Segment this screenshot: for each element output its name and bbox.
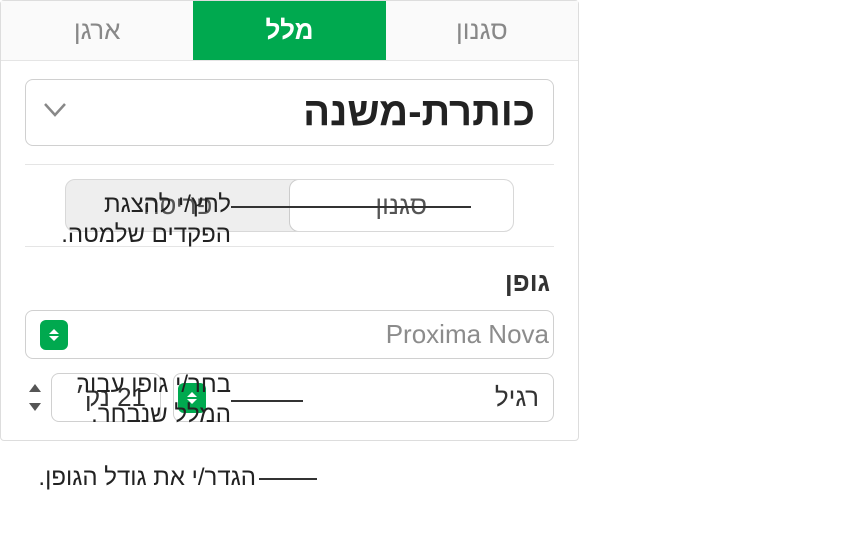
chevron-down-icon [44, 103, 66, 122]
dropdown-handle-icon [40, 320, 68, 350]
paragraph-style-dropdown[interactable]: כותרת-משנה [25, 79, 554, 146]
callout-segment: לחץ/י להצגת הפקדים שלמטה. [11, 190, 231, 250]
callout-size: הגדר/י את גודל הגופן. [0, 463, 256, 493]
callout-line [259, 478, 317, 480]
paragraph-style-label: כותרת-משנה [303, 90, 535, 135]
font-section-label: גופן [29, 267, 550, 298]
tab-arrange[interactable]: ארגן [1, 1, 193, 60]
tab-text[interactable]: מלל [193, 1, 385, 60]
tab-style[interactable]: סגנון [386, 1, 578, 60]
main-tab-bar: סגנון מלל ארגן [1, 1, 578, 61]
callout-line [231, 400, 303, 402]
callout-line [231, 206, 471, 208]
font-family-dropdown[interactable]: Proxima Nova [25, 310, 554, 359]
callout-font: בחר/י גופן עבור המלל שנבחר. [11, 370, 231, 430]
font-family-value: Proxima Nova [386, 319, 549, 350]
divider [25, 164, 554, 165]
font-weight-value: רגיל [495, 382, 539, 413]
